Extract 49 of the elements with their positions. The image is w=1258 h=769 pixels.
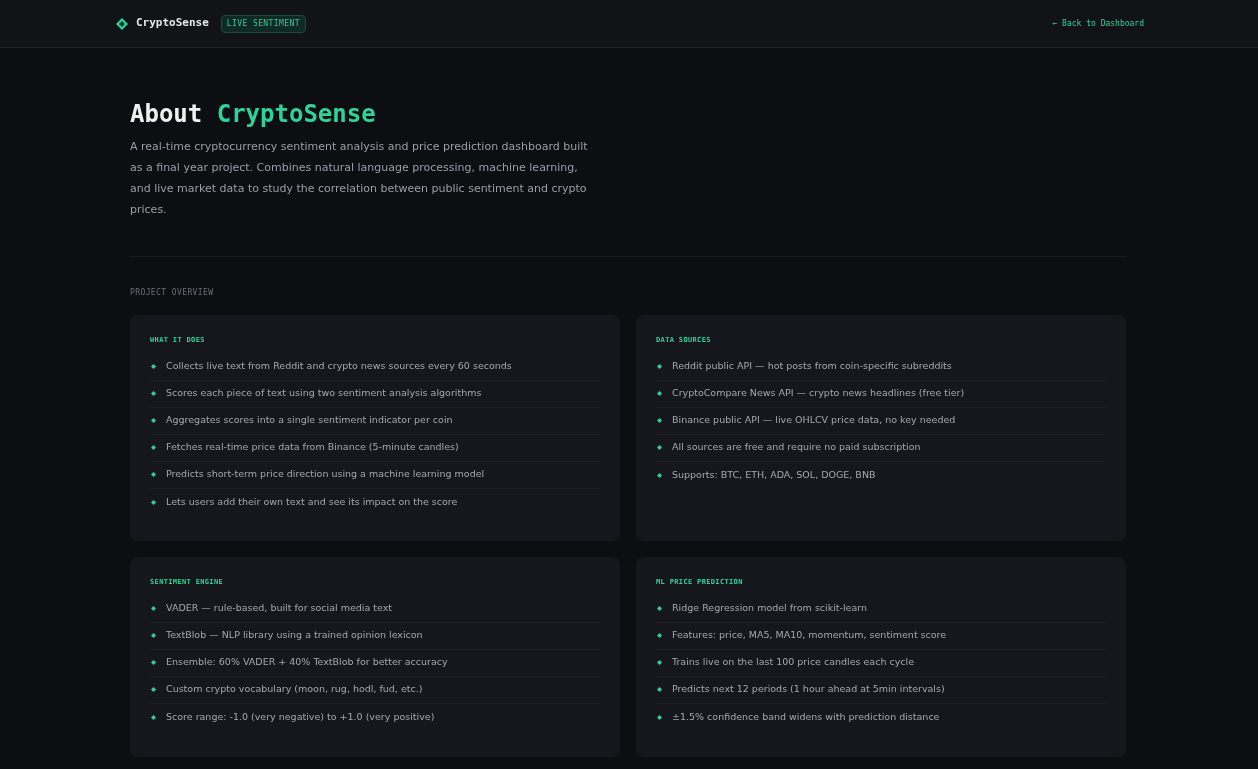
bullet-icon xyxy=(657,364,662,369)
bullet-icon xyxy=(657,472,662,478)
bullet-icon xyxy=(151,660,156,665)
bullet-icon xyxy=(657,391,662,396)
list-item-text: TextBlob — NLP library using a trained opinion lexicon xyxy=(166,628,423,643)
list-item-text: VADER — rule-based, built for social media text xyxy=(166,601,393,616)
bullet-icon xyxy=(657,660,662,665)
bullet-icon xyxy=(151,714,156,720)
bullet-icon xyxy=(151,633,156,638)
list-item-text: Collects live text from Reddit and crypto news sources every 60 seconds xyxy=(166,359,512,374)
bullet-icon xyxy=(657,714,662,720)
list-item-text: Fetches real-time price data from Binance (5-minute candles) xyxy=(166,440,459,455)
list-item-text: Ridge Regression model from scikit-learn xyxy=(672,601,868,616)
list-item-text: Reddit public API — hot posts from coin-specific subreddits xyxy=(672,359,952,374)
bullet-icon xyxy=(151,418,156,423)
bullet-icon xyxy=(151,445,156,450)
list-item-text: Custom crypto vocabulary (moon, rug, hodl, fud, etc.) xyxy=(166,682,423,697)
list-item-text: Trains live on the last 100 price candles each cycle xyxy=(672,655,914,670)
list-item-text: Binance public API — live OHLCV price data, no key needed xyxy=(672,413,956,428)
bullet-icon xyxy=(657,606,662,611)
description-text: A real-time cryptocurrency sentiment analysis and price prediction dashboard built as a final year project. Combines natural language processing, machine learning, and live market data to study the correlation between public sentiment and crypto prices. xyxy=(130,139,589,218)
diamond-logo-icon xyxy=(116,17,128,30)
bullet-icon xyxy=(657,418,662,423)
list-item-text: Scores each piece of text using two sentiment analysis algorithms xyxy=(166,386,482,401)
list-item-text: Lets users add their own text and see its impact on the score xyxy=(166,494,458,509)
bullet-icon xyxy=(151,606,156,611)
list-item-text: CryptoCompare News API — crypto news headlines (free tier) xyxy=(672,386,965,401)
logo-text: CryptoSense xyxy=(136,15,209,32)
section-label: PROJECT OVERVIEW xyxy=(130,287,215,299)
back-to-dashboard-link[interactable]: ← Back to Dashboard xyxy=(1052,17,1144,30)
list-item-text: Aggregates scores into a single sentiment indicator per coin xyxy=(166,413,453,428)
list-item-text: Predicts next 12 periods (1 hour ahead at 5min intervals) xyxy=(672,682,945,697)
bullet-icon xyxy=(151,391,156,396)
bullet-icon xyxy=(151,364,156,369)
list-item-text: ±1.5% confidence band widens with prediction distance xyxy=(672,709,940,724)
list-item-text: Features: price, MA5, MA10, momentum, sentiment score xyxy=(672,628,947,643)
list-item-text: All sources are free and require no paid subscription xyxy=(672,440,921,455)
bullet-icon xyxy=(657,445,662,450)
list-item-text: Score range: -1.0 (very negative) to +1.0 (very positive) xyxy=(166,709,435,724)
list-item-text: Ensemble: 60% VADER + 40% TextBlob for better accuracy xyxy=(166,655,448,670)
page-title: About CryptoSense xyxy=(130,99,377,130)
live-sentiment-badge: LIVE SENTIMENT xyxy=(220,14,306,33)
list-item-text: Supports: BTC, ETH, ADA, SOL, DOGE, BNB xyxy=(672,467,876,482)
bullet-icon xyxy=(151,472,156,477)
bullet-icon xyxy=(151,687,156,692)
list-item-text: Predicts short-term price direction using a machine learning model xyxy=(166,467,485,482)
bullet-icon xyxy=(657,633,662,638)
bullet-icon xyxy=(657,687,662,692)
bullet-icon xyxy=(151,499,156,505)
